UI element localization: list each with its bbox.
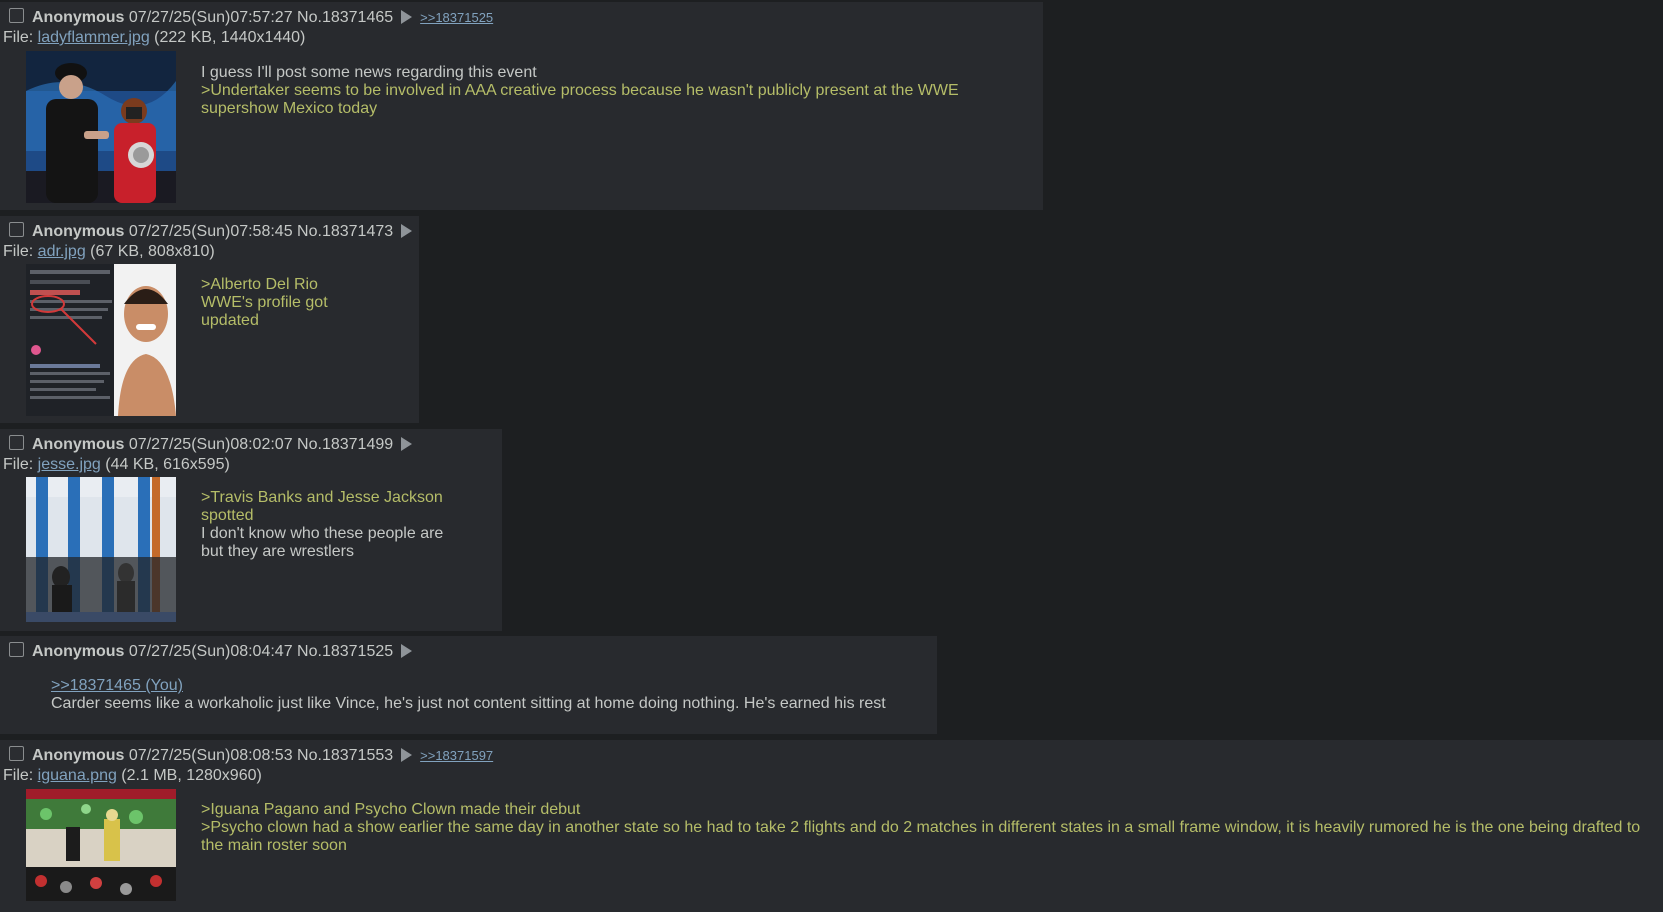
file-label: File:	[3, 456, 38, 473]
poster-name: Anonymous	[32, 643, 125, 660]
post-select-checkbox[interactable]	[9, 746, 24, 761]
post-date: 07/27/25(Sun)08:04:47	[128, 643, 293, 660]
file-meta: (222 KB, 1440x1440)	[149, 29, 306, 46]
post-number[interactable]: No.18371465	[297, 9, 393, 26]
post-menu-icon[interactable]	[401, 10, 413, 24]
post-number[interactable]: No.18371553	[297, 747, 393, 764]
file-info: File: iguana.png (2.1 MB, 1280x960)	[0, 766, 1663, 786]
post-number[interactable]: No.18371473	[297, 223, 393, 240]
post-menu-icon[interactable]	[401, 644, 413, 658]
post-date: 07/27/25(Sun)08:02:07	[128, 436, 293, 453]
poster-name: Anonymous	[32, 9, 125, 26]
post-select-checkbox[interactable]	[9, 435, 24, 450]
quote-link[interactable]: >>18371465 (You)	[51, 677, 931, 695]
file-info: File: adr.jpg (67 KB, 808x810)	[0, 242, 419, 262]
post-message: >Travis Banks and Jesse Jackson spotted …	[201, 489, 451, 561]
poster-name: Anonymous	[32, 747, 125, 764]
message-line: I guess I'll post some news regarding th…	[201, 64, 537, 81]
backlink[interactable]: >>18371597	[420, 748, 493, 763]
post-header: Anonymous 07/27/25(Sun)08:04:47 No.18371…	[0, 642, 937, 662]
post-select-checkbox[interactable]	[9, 8, 24, 23]
backlink[interactable]: >>18371525	[420, 10, 493, 25]
post-18371525: Anonymous 07/27/25(Sun)08:04:47 No.18371…	[0, 636, 937, 734]
message-line: I don't know who these people are but th…	[201, 525, 444, 560]
greentext-line: >Alberto Del Rio WWE's profile got updat…	[201, 276, 328, 329]
file-link[interactable]: adr.jpg	[38, 243, 86, 260]
post-18371499: Anonymous 07/27/25(Sun)08:02:07 No.18371…	[0, 429, 502, 631]
file-meta: (67 KB, 808x810)	[85, 243, 215, 260]
post-number[interactable]: No.18371525	[297, 643, 393, 660]
file-label: File:	[3, 767, 38, 784]
post-date: 07/27/25(Sun)07:58:45	[128, 223, 293, 240]
greentext-line: >Iguana Pagano and Psycho Clown made the…	[201, 801, 581, 818]
post-header: Anonymous 07/27/25(Sun)07:58:45 No.18371…	[0, 222, 419, 242]
poster-name: Anonymous	[32, 436, 125, 453]
thumbnail-image[interactable]	[26, 51, 176, 203]
message-line: Carder seems like a workaholic just like…	[51, 695, 886, 712]
greentext-line: >Travis Banks and Jesse Jackson spotted	[201, 489, 443, 524]
file-label: File:	[3, 29, 38, 46]
post-message: >Iguana Pagano and Psycho Clown made the…	[201, 801, 1641, 855]
file-label: File:	[3, 243, 38, 260]
greentext-line: >Psycho clown had a show earlier the sam…	[201, 819, 1641, 854]
post-date: 07/27/25(Sun)07:57:27	[128, 9, 293, 26]
post-message: >Alberto Del Rio WWE's profile got updat…	[201, 276, 331, 330]
post-header: Anonymous 07/27/25(Sun)08:08:53 No.18371…	[0, 746, 1663, 766]
post-header: Anonymous 07/27/25(Sun)07:57:27 No.18371…	[0, 8, 1043, 28]
thumbnail-image[interactable]	[26, 264, 176, 416]
post-message: I guess I'll post some news regarding th…	[201, 64, 961, 118]
file-link[interactable]: jesse.jpg	[38, 456, 101, 473]
thumbnail-image[interactable]	[26, 477, 176, 622]
file-link[interactable]: iguana.png	[38, 767, 117, 784]
post-number[interactable]: No.18371499	[297, 436, 393, 453]
post-header: Anonymous 07/27/25(Sun)08:02:07 No.18371…	[0, 435, 502, 455]
file-info: File: ladyflammer.jpg (222 KB, 1440x1440…	[0, 28, 1043, 48]
post-select-checkbox[interactable]	[9, 222, 24, 237]
post-menu-icon[interactable]	[401, 437, 413, 451]
post-18371553: Anonymous 07/27/25(Sun)08:08:53 No.18371…	[0, 740, 1663, 912]
post-date: 07/27/25(Sun)08:08:53	[128, 747, 293, 764]
file-link[interactable]: ladyflammer.jpg	[38, 29, 150, 46]
post-menu-icon[interactable]	[401, 224, 413, 238]
post-menu-icon[interactable]	[401, 748, 413, 762]
post-18371465: Anonymous 07/27/25(Sun)07:57:27 No.18371…	[0, 2, 1043, 210]
post-message: >>18371465 (You) Carder seems like a wor…	[51, 677, 931, 713]
file-meta: (2.1 MB, 1280x960)	[116, 767, 262, 784]
post-18371473: Anonymous 07/27/25(Sun)07:58:45 No.18371…	[0, 216, 419, 423]
file-meta: (44 KB, 616x595)	[100, 456, 230, 473]
poster-name: Anonymous	[32, 223, 125, 240]
file-info: File: jesse.jpg (44 KB, 616x595)	[0, 455, 502, 475]
thumbnail-image[interactable]	[26, 789, 176, 901]
greentext-line: >Undertaker seems to be involved in AAA …	[201, 82, 959, 117]
post-select-checkbox[interactable]	[9, 642, 24, 657]
